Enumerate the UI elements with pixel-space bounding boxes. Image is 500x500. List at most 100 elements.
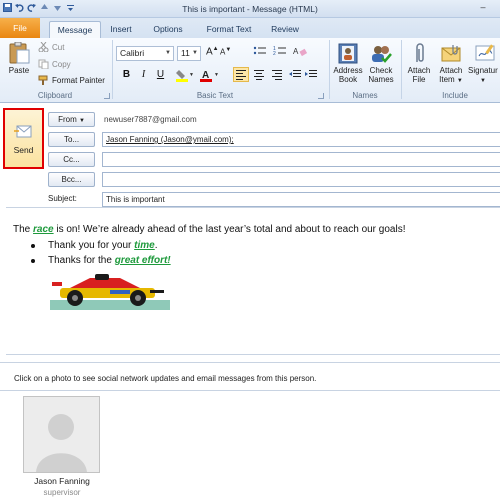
cut-label: Cut — [52, 43, 65, 52]
svg-text:▼: ▼ — [189, 72, 194, 78]
copy-icon — [38, 59, 49, 70]
tab-message[interactable]: Message — [49, 21, 101, 38]
address-book-icon — [336, 42, 360, 64]
attach-file-button[interactable]: Attach File — [404, 42, 434, 84]
emphasis-race: race — [33, 224, 54, 235]
bcc-field[interactable] — [102, 172, 500, 187]
increase-indent-icon — [305, 70, 317, 77]
paste-icon — [7, 41, 31, 64]
send-icon — [14, 125, 34, 141]
increase-indent-button[interactable] — [304, 68, 318, 83]
signature-button[interactable]: Signatur ▼ — [468, 42, 500, 86]
tab-format-text[interactable]: Format Text — [198, 21, 260, 38]
person-name[interactable]: Jason Fanning — [0, 476, 124, 486]
shrink-font-button[interactable]: A▼ — [220, 47, 231, 57]
font-size-combo[interactable]: 11 ▼ — [177, 46, 201, 61]
clear-formatting-button[interactable]: A — [293, 45, 308, 59]
paperclip-icon — [407, 42, 431, 64]
body-paragraph: The race is on! We’re already ahead of t… — [13, 224, 405, 235]
divider — [0, 390, 500, 391]
format-painter-label: Format Painter — [52, 76, 105, 85]
attach-item-button[interactable]: Attach Item ▼ — [436, 42, 466, 86]
bold-button[interactable]: B — [120, 68, 133, 81]
check-names-icon — [369, 42, 393, 64]
race-car-image — [50, 268, 170, 310]
people-pane-hint: Click on a photo to see social network u… — [14, 374, 317, 383]
font-color-button[interactable]: A ▼ — [200, 68, 220, 84]
tab-file[interactable]: File — [0, 18, 40, 38]
signature-label: Signatur — [468, 66, 498, 75]
from-label: From — [58, 115, 77, 124]
align-right-icon — [272, 70, 282, 80]
clipboard-group-label: Clipboard — [37, 91, 73, 100]
align-center-icon — [254, 70, 264, 80]
check-names-label-1: Check — [369, 66, 393, 75]
align-center-button[interactable] — [252, 68, 266, 83]
send-button[interactable]: Send — [3, 108, 44, 169]
svg-text:▼: ▼ — [214, 72, 219, 78]
chevron-down-icon: ▼ — [192, 50, 198, 56]
address-book-button[interactable]: Address Book — [332, 42, 364, 84]
from-button[interactable]: From ▼ — [48, 112, 95, 127]
chevron-down-icon: ▼ — [165, 50, 171, 56]
ribbon-tabs: File Message Insert Options Format Text … — [0, 18, 500, 38]
cc-field[interactable] — [102, 152, 500, 167]
font-color-icon: A ▼ — [200, 70, 219, 82]
highlight-button[interactable]: ▼ — [176, 68, 194, 84]
names-group-label: Names — [352, 91, 378, 100]
grow-font-label: A — [206, 46, 213, 58]
clipboard-dialog-launcher[interactable] — [104, 93, 110, 99]
subject-label: Subject: — [48, 194, 77, 203]
italic-button[interactable]: I — [137, 68, 150, 81]
title-bar: This is important - Message (HTML) – — [0, 0, 500, 18]
body-text: Thank you for your — [48, 240, 135, 251]
minimize-button[interactable]: – — [474, 2, 492, 15]
bullets-icon — [253, 46, 266, 55]
check-names-label-2: Names — [368, 75, 394, 84]
underline-button[interactable]: U — [154, 68, 167, 81]
numbering-button[interactable]: 12 — [273, 45, 287, 59]
format-painter-button[interactable]: Format Painter — [38, 75, 105, 85]
person-silhouette-icon — [24, 397, 99, 472]
group-divider — [401, 40, 402, 99]
align-left-icon — [236, 70, 246, 80]
align-right-button[interactable] — [270, 68, 284, 83]
to-button[interactable]: To... — [48, 132, 95, 147]
font-name-combo[interactable]: Calibri ▼ — [116, 46, 174, 61]
cc-button[interactable]: Cc... — [48, 152, 95, 167]
bullets-button[interactable] — [253, 45, 267, 59]
cut-button[interactable]: Cut — [38, 41, 65, 53]
avatar[interactable] — [23, 396, 100, 473]
ribbon: Paste Cut Copy Format Painter Clipboard … — [0, 38, 500, 103]
align-left-button[interactable] — [233, 67, 249, 82]
person-title: supervisor — [43, 488, 81, 497]
to-recipient[interactable]: Jason Fanning (Jason@ymail.com); — [106, 135, 234, 144]
grow-font-button[interactable]: A▲ — [206, 46, 219, 57]
tab-options[interactable]: Options — [146, 21, 190, 38]
clear-formatting-icon: A — [293, 47, 308, 57]
bullet-dot — [31, 244, 35, 248]
tab-review[interactable]: Review — [265, 21, 305, 38]
emphasis-great-effort: great effort! — [114, 255, 171, 266]
tab-insert[interactable]: Insert — [104, 21, 138, 38]
bullet-item: Thank you for your time. — [31, 240, 158, 251]
format-painter-icon — [38, 75, 49, 85]
subject-field[interactable]: This is important — [102, 192, 500, 207]
decrease-indent-button[interactable] — [288, 68, 302, 83]
to-field[interactable]: Jason Fanning (Jason@ymail.com); — [102, 132, 500, 147]
include-group-label: Include — [442, 91, 468, 100]
attach-item-label-1: Attach — [439, 66, 463, 75]
bullet-dot — [31, 259, 35, 263]
to-label: To... — [63, 135, 80, 144]
basic-text-dialog-launcher[interactable] — [318, 93, 324, 99]
paste-button[interactable]: Paste — [4, 41, 34, 75]
bcc-button[interactable]: Bcc... — [48, 172, 95, 187]
attach-file-label-1: Attach — [407, 66, 431, 75]
send-label: Send — [13, 145, 34, 155]
copy-label: Copy — [52, 60, 71, 69]
highlighter-icon: ▼ — [176, 70, 194, 82]
basic-text-group-label: Basic Text — [196, 91, 234, 100]
copy-button[interactable]: Copy — [38, 59, 71, 70]
check-names-button[interactable]: Check Names — [366, 42, 396, 84]
numbering-icon: 12 — [273, 46, 286, 57]
